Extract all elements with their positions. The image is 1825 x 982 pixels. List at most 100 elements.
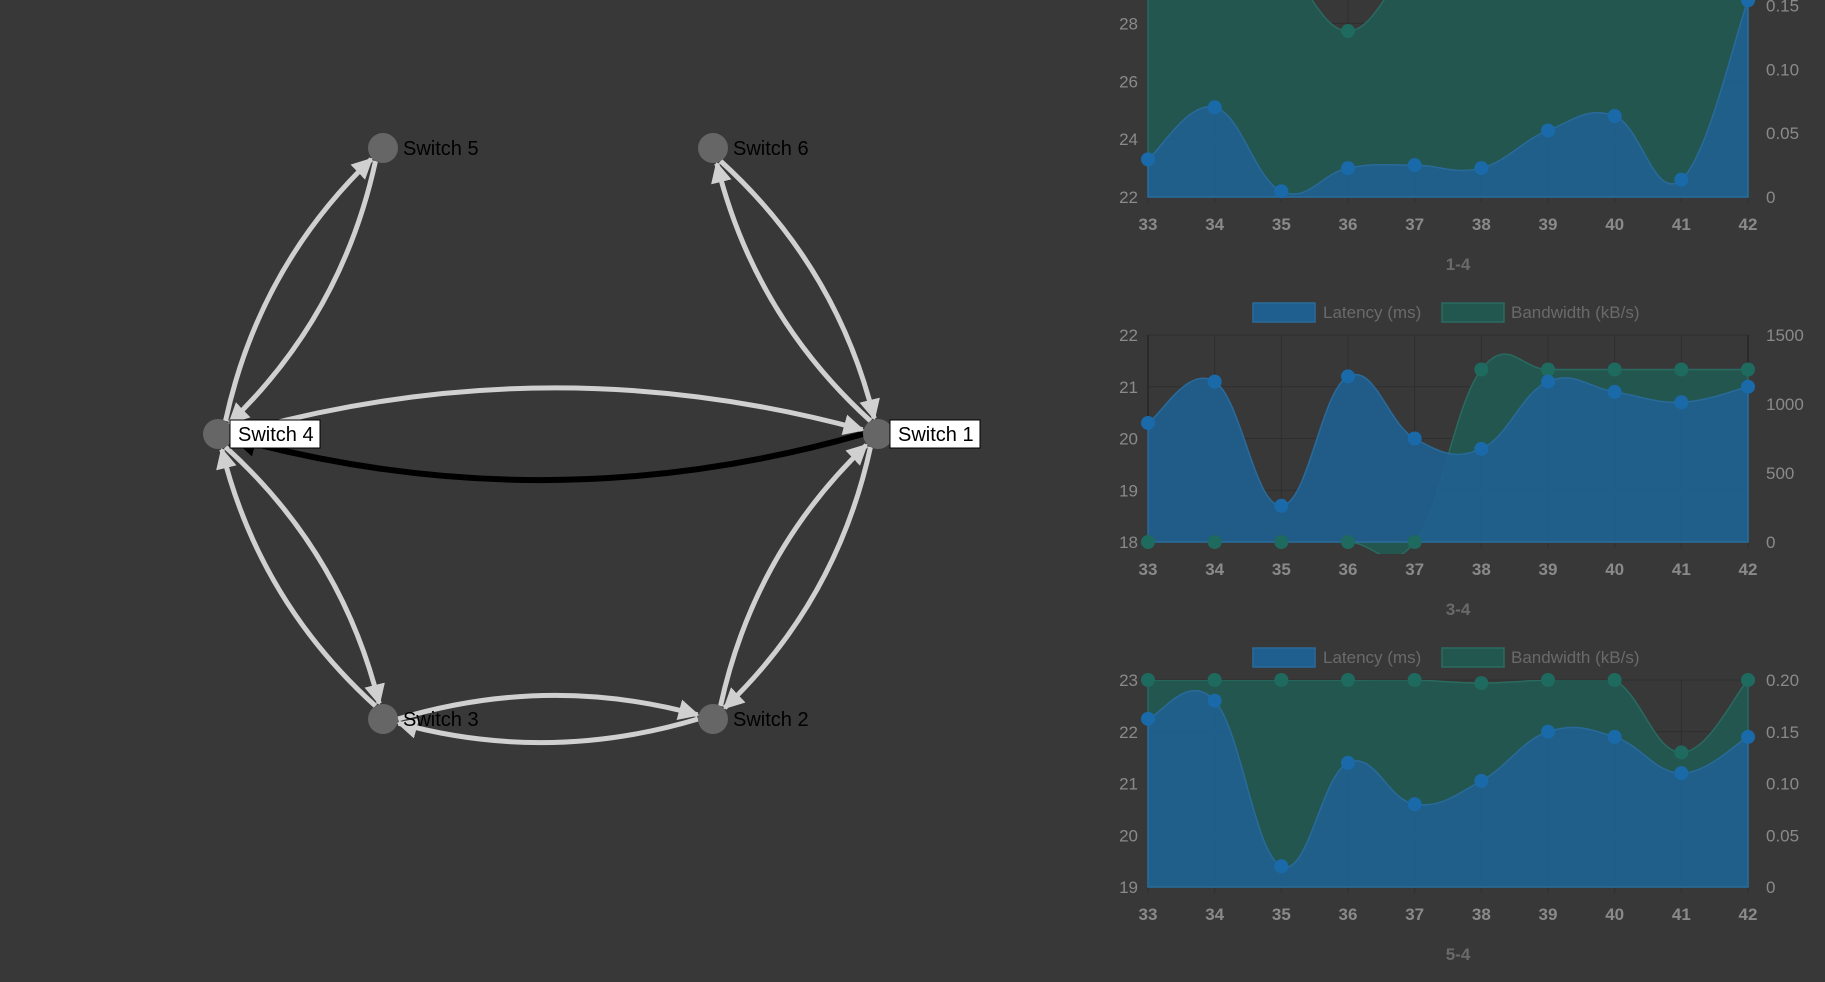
switch-node-circle[interactable] [698,133,728,163]
data-point-bandwidth[interactable] [1341,24,1355,39]
switch-node-s5[interactable]: Switch 5 [368,133,479,163]
switch-node-circle[interactable] [203,419,233,449]
switch-node-circle[interactable] [698,704,728,734]
link-edge-s4-s3[interactable] [223,445,385,706]
data-point-latency[interactable] [1274,859,1289,874]
data-point-bandwidth[interactable] [1674,745,1689,760]
network-graph-canvas[interactable]: Switch 5 Switch 6 Switch 4 Switch 1 Switch 3… [0,0,1060,977]
data-point-latency[interactable] [1341,755,1355,770]
legend-swatch-bandwidth[interactable] [1441,647,1505,668]
data-point-latency[interactable] [1607,384,1622,399]
switch-node-s2[interactable]: Switch 2 [698,704,809,734]
data-point-latency[interactable] [1541,374,1555,389]
data-point-bandwidth[interactable] [1274,673,1289,687]
legend-swatch-latency[interactable] [1252,302,1316,323]
data-point-bandwidth[interactable] [1674,362,1689,377]
data-point-latency[interactable] [1541,123,1555,138]
data-point-latency[interactable] [1274,498,1289,513]
link-edge-s1-s4[interactable] [231,431,864,484]
data-point-latency[interactable] [1474,161,1489,176]
y-right-tick-label: 0.15 [1766,0,1799,16]
data-point-latency[interactable] [1474,441,1489,456]
switch-label: Switch 6 [733,138,809,160]
data-point-bandwidth[interactable] [1341,535,1355,549]
data-point-latency[interactable] [1674,395,1689,410]
legend-swatch-bandwidth[interactable] [1441,302,1505,323]
data-point-bandwidth[interactable] [1141,673,1155,687]
data-point-latency[interactable] [1341,161,1355,176]
data-point-latency[interactable] [1741,729,1755,744]
data-point-latency[interactable] [1141,152,1155,167]
data-point-latency[interactable] [1474,773,1489,788]
data-point-latency[interactable] [1341,369,1355,384]
link-edge-s1-s6[interactable] [711,161,873,423]
data-point-bandwidth[interactable] [1607,362,1622,377]
y-left-tick-label: 21 [1119,775,1138,794]
data-point-bandwidth[interactable] [1541,673,1555,687]
data-point-latency[interactable] [1407,158,1422,173]
data-point-latency[interactable] [1207,374,1222,389]
data-point-bandwidth[interactable] [1407,673,1422,687]
link-edge-s4-s5[interactable] [223,157,374,422]
data-point-bandwidth[interactable] [1741,673,1755,687]
data-point-latency[interactable] [1741,379,1755,394]
switch-node-s6[interactable]: Switch 6 [698,133,809,163]
data-point-latency[interactable] [1607,108,1622,123]
legend-label-latency[interactable]: Latency (ms) [1323,648,1421,667]
data-point-bandwidth[interactable] [1341,673,1355,687]
legend-label-bandwidth[interactable]: Bandwidth (kB/s) [1511,648,1640,667]
link-edge-s3-s4[interactable] [216,447,378,708]
x-tick-label: 36 [1339,560,1358,579]
switch-node-s1[interactable]: Switch 1 [863,419,981,449]
switch-node-circle[interactable] [863,419,893,449]
x-tick-label: 38 [1472,905,1491,924]
data-point-bandwidth[interactable] [1474,362,1489,377]
switch-node-circle[interactable] [368,133,398,163]
data-point-latency[interactable] [1207,693,1222,708]
switch-node-s4[interactable]: Switch 4 [203,419,321,449]
data-point-latency[interactable] [1141,415,1155,430]
link-edge-s5-s4[interactable] [227,160,378,425]
y-right-tick-label: 1500 [1766,326,1804,345]
y-left-tick-label: 18 [1119,533,1138,552]
data-point-latency[interactable] [1207,100,1222,115]
x-tick-label: 33 [1139,215,1158,234]
x-tick-label: 39 [1539,560,1558,579]
data-point-bandwidth[interactable] [1741,362,1755,377]
data-point-latency[interactable] [1674,172,1689,187]
legend-label-bandwidth[interactable]: Bandwidth (kB/s) [1511,303,1640,322]
link-edge-s1-s2[interactable] [722,446,873,710]
data-point-latency[interactable] [1407,431,1422,446]
x-tick-label: 39 [1539,215,1558,234]
switch-label: Switch 4 [238,424,314,446]
data-point-latency[interactable] [1607,729,1622,744]
data-point-latency[interactable] [1674,766,1689,781]
data-point-latency[interactable] [1541,724,1555,739]
data-point-bandwidth[interactable] [1407,535,1422,549]
link-edge-s6-s1[interactable] [718,159,880,421]
network-graph[interactable]: Switch 5 Switch 6 Switch 4 Switch 1 Switch 3… [0,0,1060,977]
data-point-bandwidth[interactable] [1207,673,1222,687]
data-point-bandwidth[interactable] [1141,535,1155,549]
data-point-bandwidth[interactable] [1474,676,1489,691]
legend-swatch-latency[interactable] [1252,647,1316,668]
link-edge-s4-s1[interactable] [232,385,865,437]
data-point-bandwidth[interactable] [1274,535,1289,549]
data-point-latency[interactable] [1141,711,1155,726]
data-point-bandwidth[interactable] [1607,673,1622,687]
data-point-bandwidth[interactable] [1207,535,1222,549]
data-point-bandwidth[interactable] [1541,362,1555,377]
switch-label: Switch 2 [733,709,809,731]
link-chart-0: 22 24 26 28 0 0.05 0.10 0.15 33 34 35 36 37 38 39 40 41 4… [1119,0,1799,274]
data-point-latency[interactable] [1274,184,1289,199]
x-tick-label: 35 [1272,215,1291,234]
legend-label-latency[interactable]: Latency (ms) [1323,303,1421,322]
link-edge-s2-s1[interactable] [718,443,869,707]
link-charts-canvas: 22 24 26 28 0 0.05 0.10 0.15 33 34 35 36 37 38 39 40 41 4… [1119,0,1804,964]
y-left-tick-label: 20 [1119,826,1138,845]
x-tick-label: 40 [1605,905,1624,924]
switch-node-s3[interactable]: Switch 3 [368,704,479,734]
link-chart-2: 19 20 21 22 23 0 0.05 0.10 0.15 0.20 33 34 35 36 37 38 3… [1119,647,1799,964]
data-point-latency[interactable] [1407,797,1422,812]
switch-node-circle[interactable] [368,704,398,734]
